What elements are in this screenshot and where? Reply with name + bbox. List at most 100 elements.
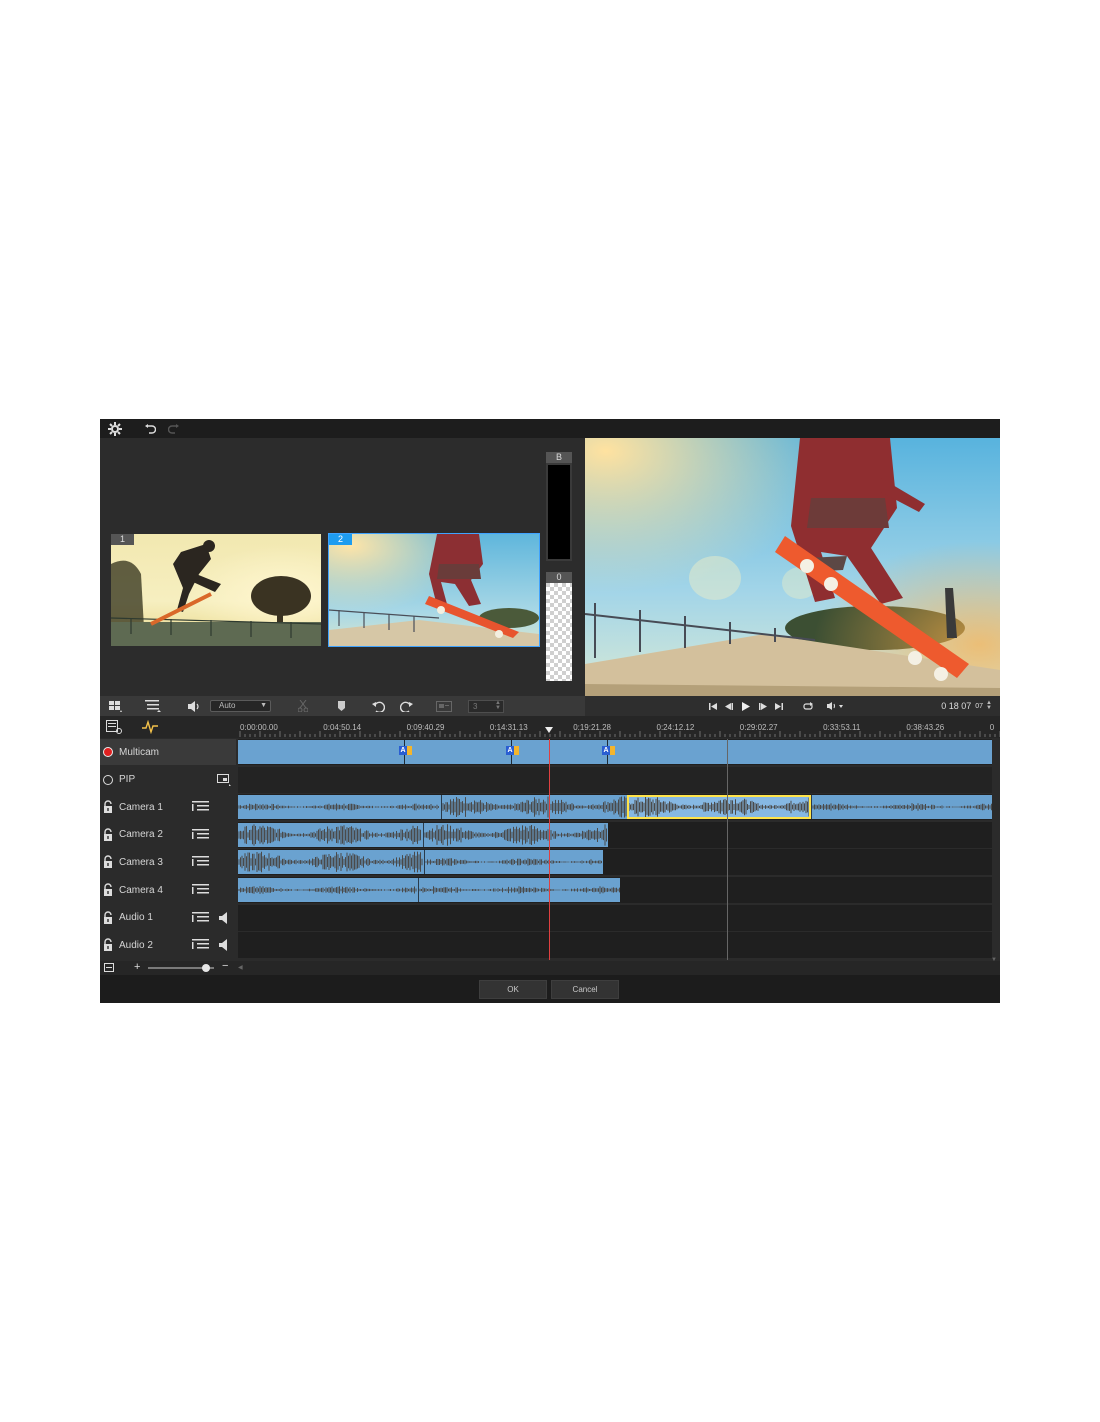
camera-2-thumbnail[interactable]: 2 — [328, 533, 540, 647]
background-slot[interactable]: B — [546, 452, 572, 561]
speaker-icon[interactable] — [219, 939, 229, 952]
lock-icon[interactable] — [103, 828, 113, 842]
zoom-slider-handle[interactable] — [202, 964, 211, 972]
track-header-camera-4[interactable]: Camera 4 — [100, 877, 236, 903]
stepper-arrows-icon[interactable]: ▲ ▼ — [495, 700, 501, 711]
speaker-icon[interactable] — [219, 911, 229, 924]
pip-designer-icon[interactable] — [434, 696, 454, 716]
lock-icon[interactable] — [103, 855, 113, 869]
lock-icon[interactable] — [103, 910, 113, 925]
video-clip[interactable] — [441, 795, 627, 820]
transparent-slot[interactable]: 0 — [546, 572, 572, 684]
video-clip[interactable] — [418, 878, 620, 902]
timecode-display[interactable]: 0 18 07 07 ▲ ▼ — [941, 696, 992, 716]
fit-timeline-icon[interactable] — [104, 963, 114, 975]
track-menu-icon[interactable] — [192, 884, 209, 896]
record-icon[interactable] — [103, 747, 113, 757]
ruler-label: 0 — [989, 723, 995, 732]
scissors-icon[interactable] — [292, 696, 314, 716]
audio-waveform — [238, 886, 417, 894]
play-icon[interactable] — [737, 696, 755, 716]
zoom-slider-track[interactable] — [148, 964, 214, 972]
playhead-line[interactable] — [549, 739, 550, 960]
track-lane-multicam[interactable]: AAA — [238, 739, 992, 765]
next-frame-icon[interactable] — [755, 696, 771, 716]
track-name: PIP — [119, 774, 136, 786]
lock-icon[interactable] — [103, 938, 113, 952]
track-lane-camera-1[interactable] — [238, 794, 992, 821]
timeline-header — [100, 716, 238, 738]
undo-icon[interactable] — [142, 419, 158, 438]
ok-button[interactable]: OK — [479, 980, 547, 999]
playhead-handle[interactable] — [545, 727, 553, 733]
previous-frame-icon[interactable] — [721, 696, 737, 716]
track-lane-audio-2[interactable] — [238, 932, 992, 959]
stepper-value: 3 — [473, 702, 478, 711]
lock-icon[interactable] — [103, 883, 113, 897]
track-menu-icon[interactable] — [192, 939, 209, 951]
video-clip[interactable] — [238, 795, 441, 820]
zoom-in-button[interactable]: + — [134, 961, 140, 973]
track-name: Camera 4 — [119, 884, 163, 896]
waveform-path — [628, 796, 811, 818]
video-clip[interactable] — [424, 850, 603, 875]
video-clip[interactable] — [238, 878, 418, 902]
audio-waveform — [419, 886, 620, 894]
system-volume-icon[interactable] — [823, 696, 847, 716]
transition-marker[interactable]: A — [399, 746, 407, 755]
transition-marker[interactable]: A — [506, 746, 514, 755]
redo-icon[interactable] — [165, 419, 181, 438]
track-lane-camera-3[interactable] — [238, 849, 992, 876]
marker-icon[interactable] — [332, 696, 350, 716]
waveform-path — [238, 886, 417, 894]
gear-icon[interactable] — [104, 419, 126, 438]
go-to-start-icon[interactable] — [705, 696, 721, 716]
timecode-stepper-icon[interactable]: ▲ ▼ — [986, 700, 992, 711]
track-menu-icon[interactable] — [192, 828, 209, 841]
switch-mode-dropdown[interactable]: Auto ▼ — [210, 700, 271, 712]
repeat-icon[interactable] — [799, 696, 817, 716]
track-header-camera-2[interactable]: Camera 2 — [100, 821, 236, 848]
transition-marker[interactable]: A — [602, 746, 610, 755]
scroll-left-icon[interactable]: ◀ — [238, 964, 243, 971]
pip-settings-icon[interactable] — [217, 773, 231, 789]
lock-icon[interactable] — [103, 800, 113, 814]
track-menu-icon[interactable] — [192, 911, 209, 924]
track-lane-camera-4[interactable] — [238, 877, 992, 903]
transparent-slot-label: 0 — [546, 572, 572, 583]
track-options-icon[interactable] — [140, 696, 164, 716]
camera-1-thumbnail[interactable]: 1 — [111, 534, 321, 646]
track-manager-icon[interactable] — [106, 720, 122, 737]
track-menu-icon[interactable] — [192, 801, 209, 813]
audio-sync-icon[interactable] — [142, 719, 158, 737]
video-clip[interactable] — [811, 795, 992, 820]
track-header-audio-2[interactable]: Audio 2 — [100, 932, 236, 959]
rotate-left-icon[interactable] — [368, 696, 388, 716]
rotate-right-icon[interactable] — [396, 696, 416, 716]
video-clip[interactable] — [423, 822, 608, 847]
zoom-out-button[interactable]: − — [222, 960, 228, 972]
track-lane-camera-2[interactable] — [238, 821, 992, 848]
waveform-path — [419, 886, 620, 894]
video-clip[interactable] — [238, 850, 424, 875]
radio-icon[interactable] — [103, 774, 113, 785]
track-header-pip[interactable]: PIP — [100, 766, 236, 793]
track-lane-pip[interactable] — [238, 766, 992, 793]
track-header-multicam[interactable]: Multicam — [100, 739, 236, 765]
video-clip[interactable] — [238, 822, 423, 847]
audio-waveform — [238, 824, 421, 846]
track-header-camera-3[interactable]: Camera 3 — [100, 849, 236, 876]
track-header-audio-1[interactable]: Audio 1 — [100, 904, 236, 931]
layout-grid-icon[interactable] — [104, 696, 126, 716]
track-lane-audio-1[interactable] — [238, 904, 992, 931]
preview-image — [585, 438, 1000, 696]
value-stepper[interactable]: 3 ▲ ▼ — [468, 700, 504, 713]
cancel-button[interactable]: Cancel — [551, 980, 619, 999]
go-to-end-icon[interactable] — [771, 696, 787, 716]
track-menu-icon[interactable] — [192, 856, 209, 868]
timeline-ruler[interactable]: 0:00:00.00 0:04:50.14 0:09:40.29 0:14:31.13… — [238, 716, 1000, 738]
selected-clip[interactable] — [627, 795, 811, 820]
multicam-clip[interactable] — [238, 740, 992, 764]
track-header-camera-1[interactable]: Camera 1 — [100, 794, 236, 821]
audio-volume-icon[interactable] — [184, 696, 206, 716]
